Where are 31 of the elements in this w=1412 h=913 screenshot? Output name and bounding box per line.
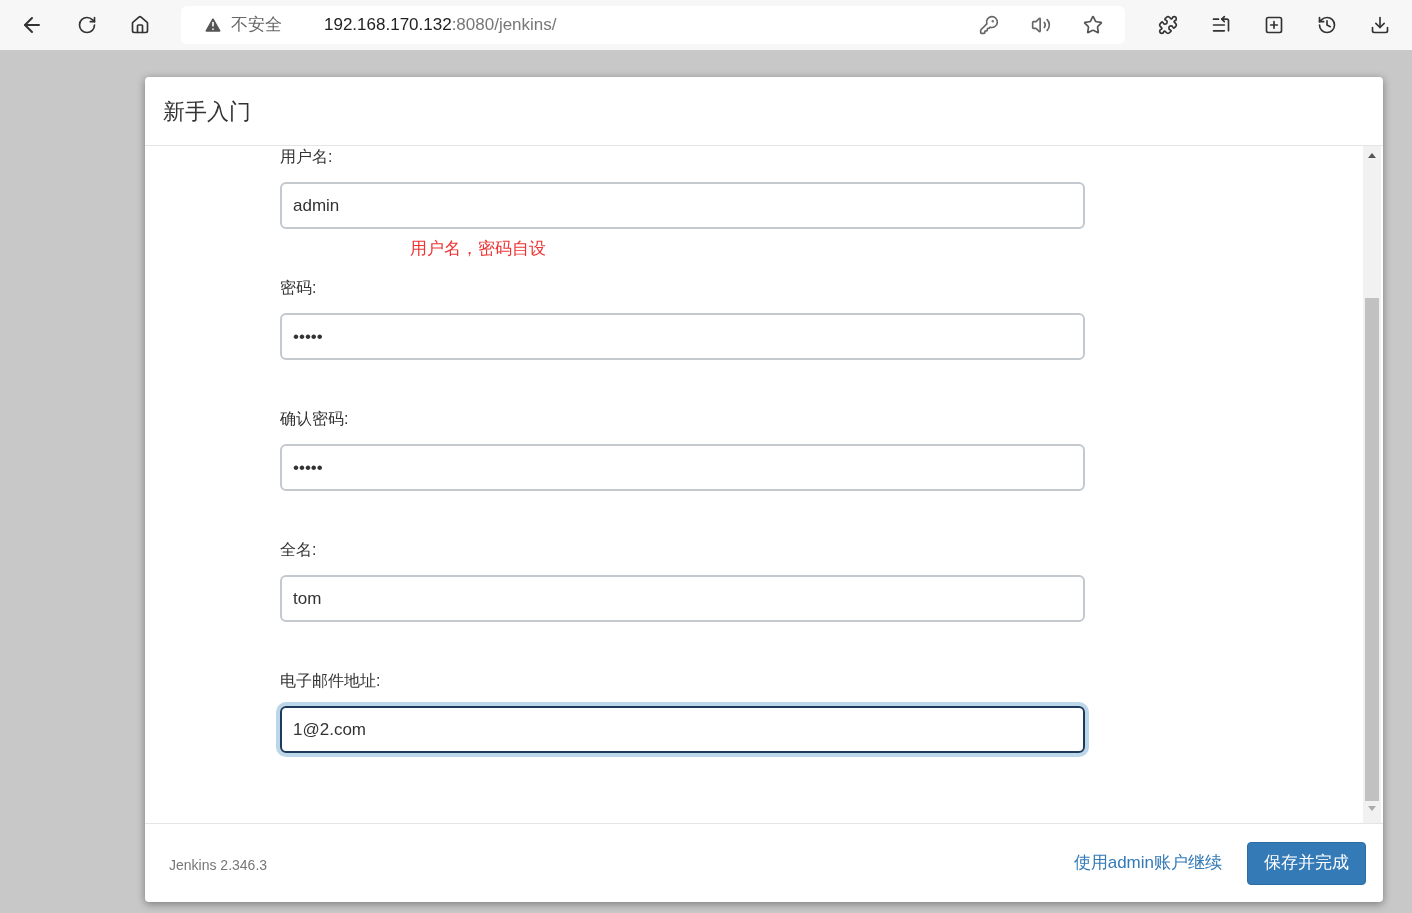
download-icon[interactable] xyxy=(1370,15,1390,35)
text-field[interactable]: 1@2.com xyxy=(280,706,1085,753)
read-aloud-icon[interactable] xyxy=(1031,15,1051,35)
text-field[interactable]: ••••• xyxy=(280,313,1085,360)
annotation-text: 用户名，密码自设 xyxy=(410,238,546,261)
address-bar[interactable]: 不安全 192.168.170.132:8080/jenkins/ xyxy=(181,6,1125,44)
dialog-title: 新手入门 xyxy=(163,97,251,126)
add-favorite-icon[interactable] xyxy=(1083,15,1103,35)
collections-icon[interactable] xyxy=(1264,15,1284,35)
scrollbar[interactable] xyxy=(1363,146,1381,823)
warning-icon xyxy=(203,15,223,35)
field-label: 用户名: xyxy=(280,147,334,167)
url-host: 192.168.170.132 xyxy=(324,14,452,37)
field-label: 电子邮件地址: xyxy=(280,671,382,691)
field-label: 确认密码: xyxy=(280,409,350,429)
url-path: :8080/jenkins/ xyxy=(451,14,557,37)
field-label: 密码: xyxy=(280,278,318,298)
reload-icon[interactable] xyxy=(77,15,97,35)
home-icon[interactable] xyxy=(130,15,150,35)
text-field[interactable]: tom xyxy=(280,575,1085,622)
save-finish-button[interactable]: 保存并完成 xyxy=(1247,841,1366,885)
continue-as-admin-link[interactable]: 使用admin账户继续 xyxy=(1073,850,1222,876)
extensions-icon[interactable] xyxy=(1158,15,1178,35)
history-icon[interactable] xyxy=(1317,15,1337,35)
version-text: Jenkins 2.346.3 xyxy=(169,856,268,875)
field-label: 全名: xyxy=(280,540,318,560)
text-field[interactable]: admin xyxy=(280,182,1085,229)
favorites-icon[interactable] xyxy=(1211,15,1231,35)
key-icon[interactable] xyxy=(979,15,999,35)
security-label: 不安全 xyxy=(231,14,282,37)
text-field[interactable]: ••••• xyxy=(280,444,1085,491)
